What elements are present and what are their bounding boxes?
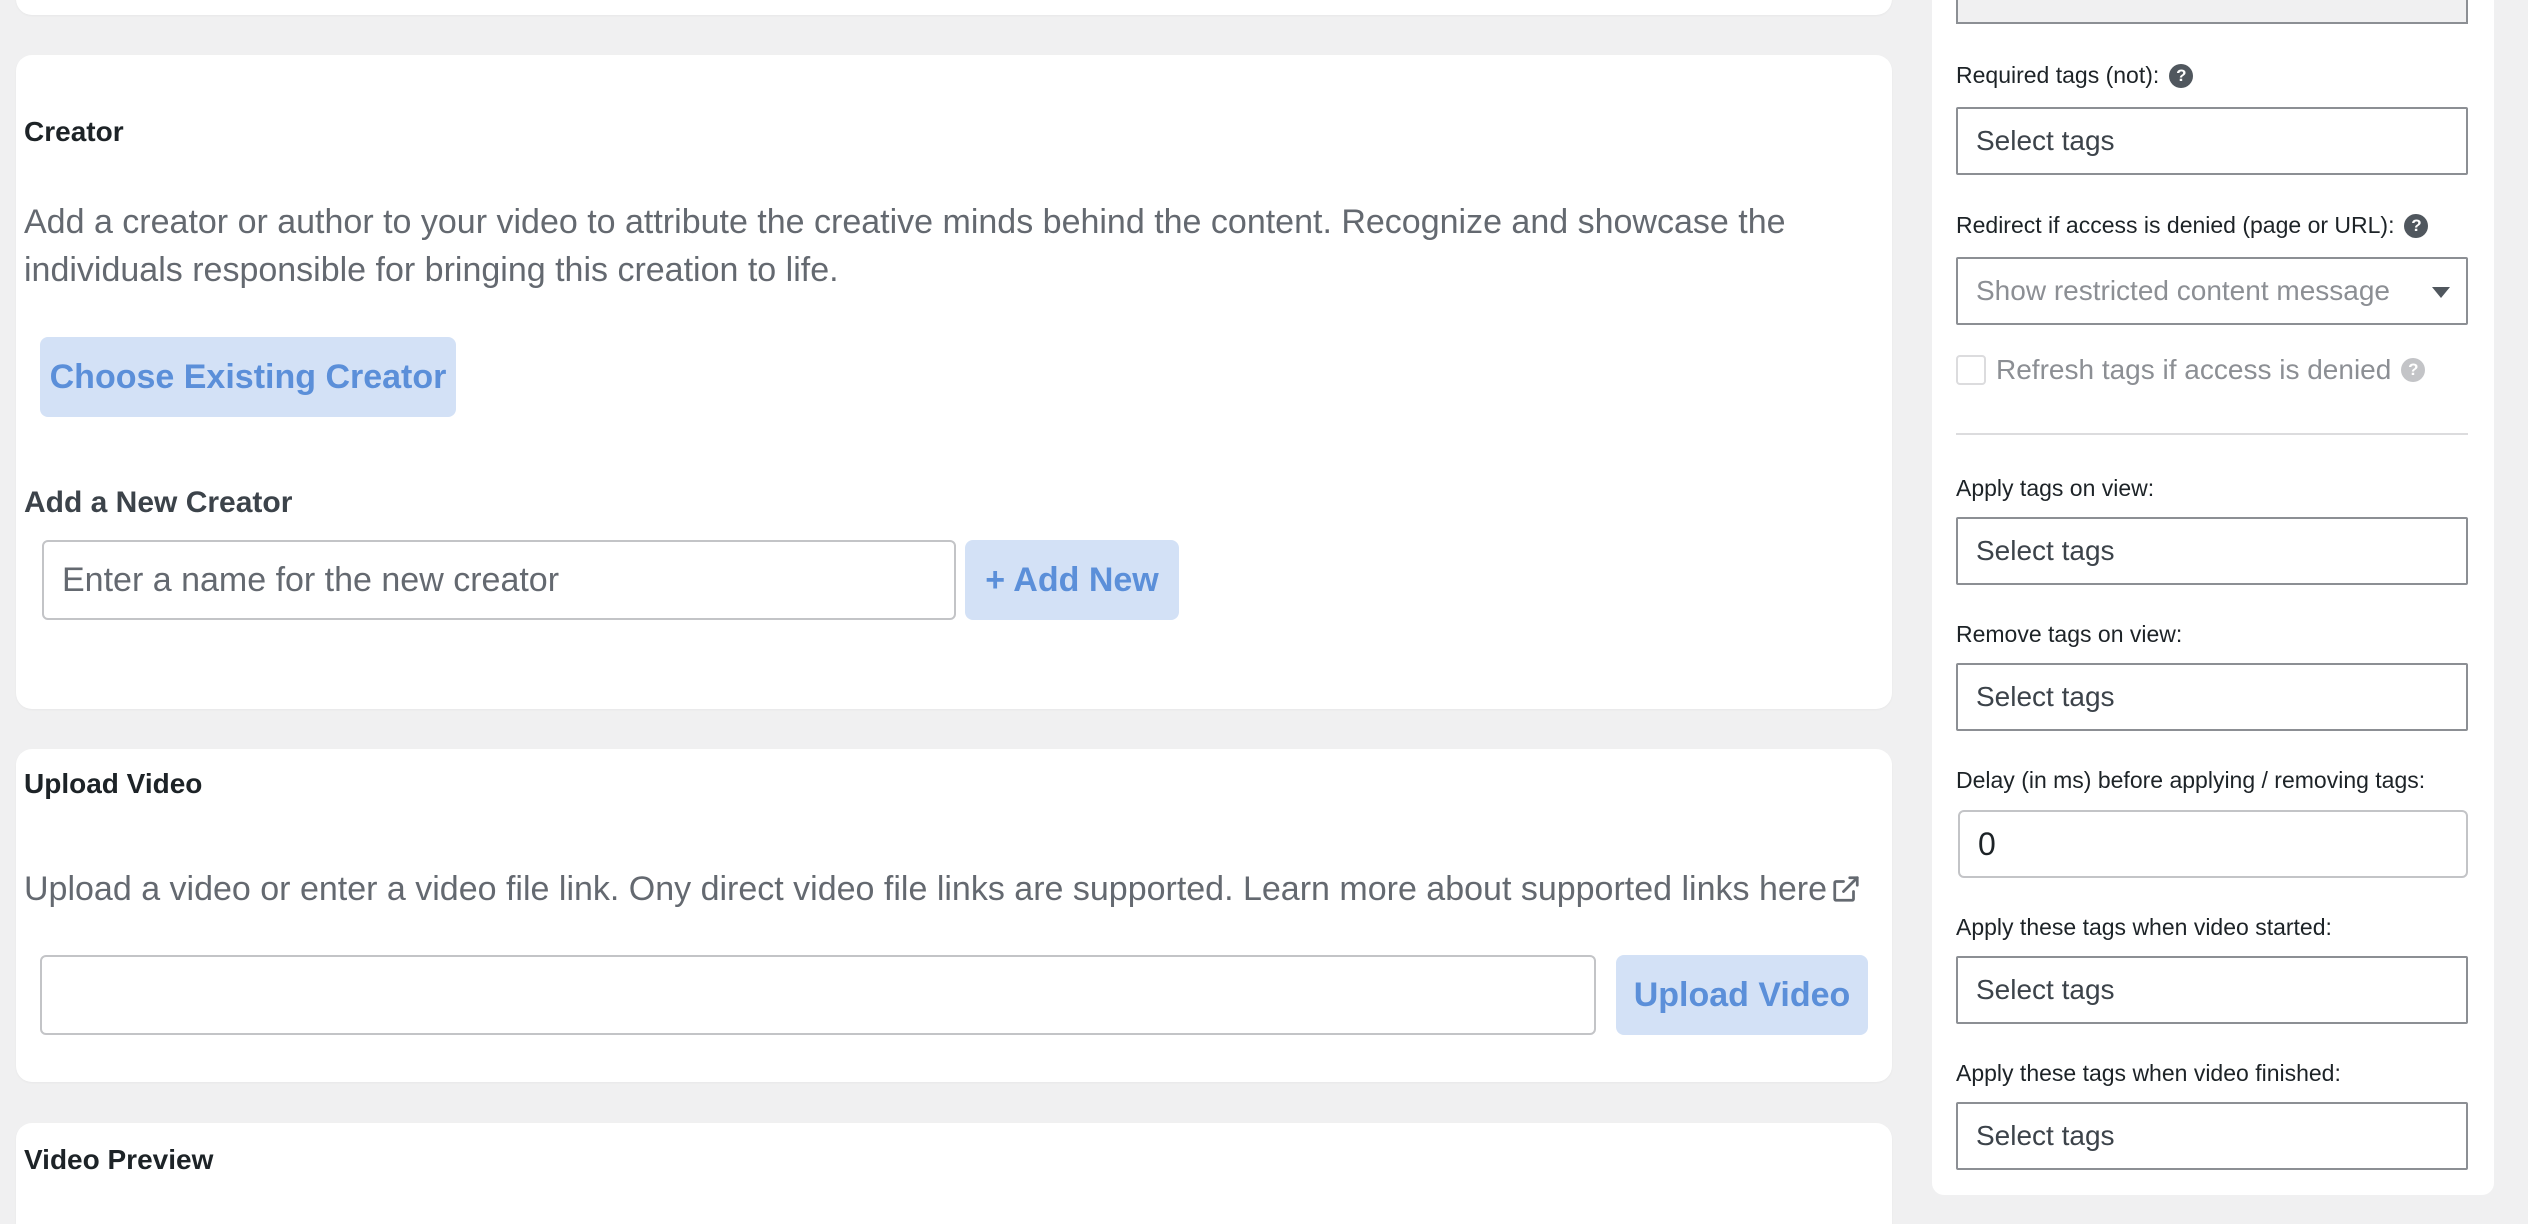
redirect-label: Redirect if access is denied (page or UR… xyxy=(1956,212,2429,239)
video-preview-card xyxy=(16,1123,1892,1224)
required-tags-not-select[interactable]: Select tags xyxy=(1956,107,2468,175)
redirect-label-text: Redirect if access is denied (page or UR… xyxy=(1956,212,2395,238)
video-preview-title: Video Preview xyxy=(24,1144,214,1175)
refresh-tags-label: Refresh tags if access is denied ? xyxy=(1996,354,2426,386)
external-link-icon[interactable] xyxy=(1831,874,1861,904)
upload-video-description: Upload a video or enter a video file lin… xyxy=(24,865,1861,913)
apply-started-select[interactable]: Select tags xyxy=(1956,956,2468,1024)
redirect-selected-value: Show restricted content message xyxy=(1976,275,2390,306)
remove-on-view-label: Remove tags on view: xyxy=(1956,621,2183,647)
creator-title: Creator xyxy=(24,116,124,147)
refresh-tags-label-text: Refresh tags if access is denied xyxy=(1996,354,2392,385)
upload-description-text: Upload a video or enter a video file lin… xyxy=(24,870,1828,908)
remove-on-view-select[interactable]: Select tags xyxy=(1956,663,2468,731)
refresh-tags-checkbox[interactable] xyxy=(1956,355,1986,385)
delay-label: Delay (in ms) before applying / removing… xyxy=(1956,767,2426,793)
creator-description: Add a creator or author to your video to… xyxy=(24,203,1786,289)
new-creator-name-input[interactable]: Enter a name for the new creator xyxy=(42,540,956,620)
redirect-select[interactable]: Show restricted content message xyxy=(1956,257,2468,325)
help-icon[interactable]: ? xyxy=(2401,358,2426,382)
required-tags-not-label: Required tags (not): ? xyxy=(1956,62,2194,89)
help-icon[interactable]: ? xyxy=(2404,213,2429,238)
apply-on-view-label: Apply tags on view: xyxy=(1956,475,2155,501)
apply-on-view-select[interactable]: Select tags xyxy=(1956,517,2468,585)
previous-field[interactable] xyxy=(1956,0,2468,24)
add-new-creator-heading: Add a New Creator xyxy=(24,486,293,519)
help-icon[interactable]: ? xyxy=(2169,63,2194,88)
previous-card xyxy=(16,0,1892,15)
upload-video-title: Upload Video xyxy=(24,768,203,799)
page: Creator Add a creator or author to your … xyxy=(0,0,2528,1224)
required-tags-not-label-text: Required tags (not): xyxy=(1956,62,2160,88)
divider xyxy=(1956,433,2468,435)
chevron-down-icon xyxy=(2432,287,2450,298)
apply-started-label: Apply these tags when video started: xyxy=(1956,914,2332,940)
video-link-input[interactable] xyxy=(40,955,1596,1035)
add-new-creator-button[interactable]: + Add New xyxy=(965,540,1179,620)
choose-existing-creator-button[interactable]: Choose Existing Creator xyxy=(40,337,456,417)
apply-finished-select[interactable]: Select tags xyxy=(1956,1102,2468,1170)
upload-video-button[interactable]: Upload Video xyxy=(1616,955,1868,1035)
delay-input[interactable]: 0 xyxy=(1958,810,2468,878)
apply-finished-label: Apply these tags when video finished: xyxy=(1956,1060,2341,1086)
